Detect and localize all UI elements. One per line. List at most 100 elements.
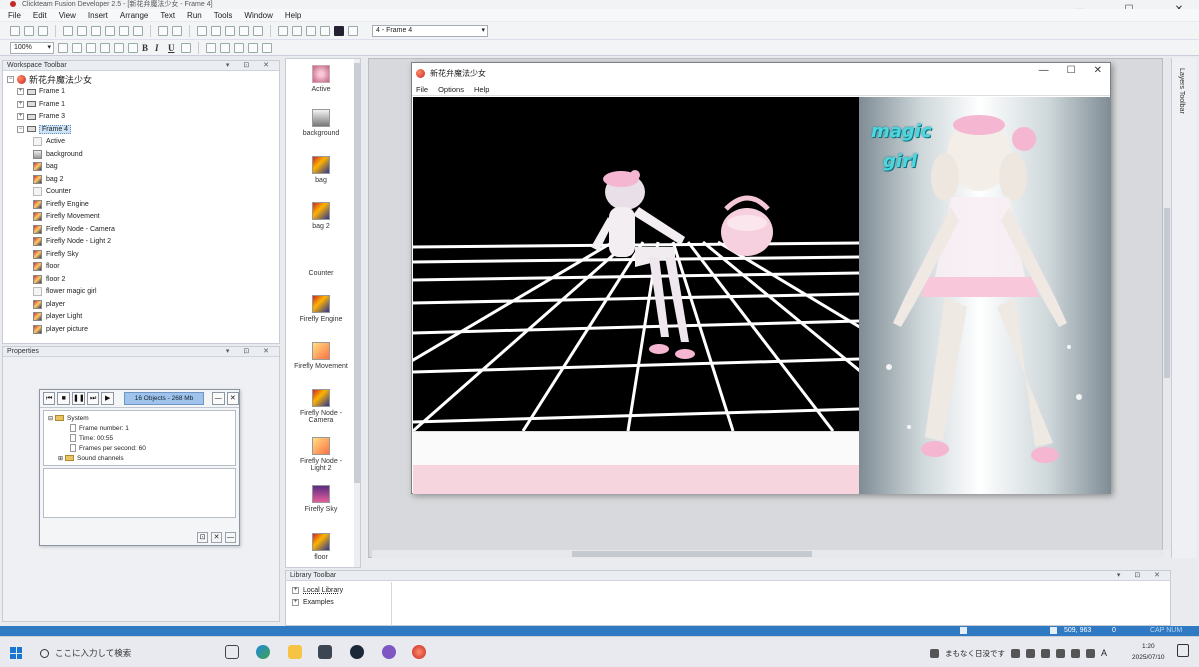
minimize-icon[interactable]: — — [1039, 65, 1049, 76]
network-icon[interactable] — [1011, 648, 1020, 658]
help-icon[interactable] — [133, 25, 143, 36]
shelf-item[interactable]: Active — [286, 65, 356, 93]
tree-frame-selected[interactable]: − Frame 4 — [7, 123, 279, 136]
expand-icon[interactable]: + — [292, 586, 299, 594]
edge-browser-icon[interactable] — [256, 645, 270, 659]
event-editor-icon[interactable] — [225, 25, 235, 36]
expand-icon[interactable]: + — [17, 88, 24, 96]
redo-icon[interactable] — [119, 25, 129, 36]
underline-icon[interactable]: U — [168, 43, 177, 53]
expand-icon[interactable]: + — [292, 598, 299, 606]
strike-icon[interactable] — [181, 42, 191, 53]
copy-icon[interactable] — [77, 25, 87, 36]
undo-icon[interactable] — [105, 25, 115, 36]
tree-object[interactable]: Counter — [7, 186, 279, 199]
cut-icon[interactable] — [63, 25, 73, 36]
tree-object[interactable]: bag 2 — [7, 173, 279, 186]
tree-object[interactable]: flower magic girl — [7, 286, 279, 299]
delete-icon[interactable]: ✕ — [211, 532, 222, 543]
expand-icon[interactable]: + — [17, 113, 24, 121]
tree-object[interactable]: player picture — [7, 323, 279, 336]
tree-object[interactable]: Firefly Sky — [7, 248, 279, 261]
pause-icon[interactable]: ❚❚ — [71, 392, 85, 405]
tree-object[interactable]: Firefly Movement — [7, 211, 279, 224]
frame-editor-icon[interactable] — [211, 25, 221, 36]
fit-frame-icon[interactable] — [262, 42, 272, 53]
shelf-item[interactable]: Firefly Node - Light 2 — [286, 437, 356, 472]
weather-icon[interactable] — [930, 648, 939, 658]
menu-view[interactable]: View — [59, 11, 76, 20]
file-explorer-icon[interactable] — [288, 645, 302, 659]
align-center-icon[interactable] — [100, 42, 110, 53]
volume-icon[interactable] — [1071, 648, 1080, 658]
color-swatch-icon[interactable] — [334, 25, 344, 36]
windows-start-icon[interactable] — [10, 647, 22, 659]
notification-icon[interactable] — [1177, 644, 1189, 657]
menu-arrange[interactable]: Arrange — [120, 11, 148, 20]
game-menu-file[interactable]: File — [416, 85, 428, 94]
bluetooth-icon[interactable] — [1086, 648, 1095, 658]
menu-window[interactable]: Window — [244, 11, 272, 20]
taskbar-search[interactable]: ここに入力して検索 — [36, 643, 211, 663]
data-elements-icon[interactable] — [253, 25, 263, 36]
lasso-icon[interactable] — [320, 25, 330, 36]
menu-edit[interactable]: Edit — [33, 11, 47, 20]
run-frame-icon[interactable] — [172, 25, 182, 36]
collapse-icon[interactable]: − — [17, 125, 24, 133]
editor-horizontal-scrollbar[interactable] — [372, 550, 1164, 558]
tree-object[interactable]: player Light — [7, 311, 279, 324]
frame-selector[interactable]: 4 - Frame 4 — [372, 24, 488, 37]
ime-indicator[interactable]: A — [1101, 648, 1107, 658]
tree-object[interactable]: Active — [7, 136, 279, 149]
paste-icon[interactable] — [91, 25, 101, 36]
tree-object[interactable]: Firefly Engine — [7, 198, 279, 211]
storyboard-editor-icon[interactable] — [197, 25, 207, 36]
text-left-icon[interactable] — [206, 42, 216, 53]
hand-tool-icon[interactable] — [58, 42, 68, 53]
editor-vertical-scrollbar[interactable] — [1163, 58, 1171, 550]
debugger-system-node[interactable]: ⊟ System — [48, 413, 231, 423]
shelf-item[interactable]: bag 2 — [286, 202, 356, 230]
menu-run[interactable]: Run — [187, 11, 202, 20]
save-icon[interactable] — [38, 25, 48, 36]
game-menu-options[interactable]: Options — [438, 85, 464, 94]
close-icon[interactable]: ✕ — [226, 392, 240, 405]
panel-controls[interactable]: ▾ ⊡ ✕ — [226, 61, 275, 71]
panel-controls[interactable]: ▾ ⊡ ✕ — [1117, 571, 1166, 581]
tree-object[interactable]: background — [7, 148, 279, 161]
open-file-icon[interactable] — [24, 25, 34, 36]
event-list-icon[interactable] — [239, 25, 249, 36]
minus-icon[interactable]: — — [225, 532, 236, 543]
snap-icon[interactable] — [292, 25, 302, 36]
scrollbar-thumb[interactable] — [354, 63, 360, 483]
debugger-sound-node[interactable]: ⊞ Sound channels — [48, 453, 231, 463]
font-icon[interactable] — [72, 42, 82, 53]
bold-icon[interactable]: B — [142, 43, 151, 53]
text-justify-icon[interactable] — [248, 42, 258, 53]
steam-icon[interactable] — [350, 645, 364, 659]
expand-icon[interactable]: ⊞ — [58, 455, 63, 462]
rectangle-icon[interactable] — [306, 25, 316, 36]
minimize-icon[interactable]: — — [212, 392, 225, 405]
shelf-item[interactable]: Firefly Movement — [286, 342, 356, 370]
menu-file[interactable]: File — [8, 11, 21, 20]
menu-text[interactable]: Text — [160, 11, 175, 20]
scrollbar-thumb[interactable] — [572, 551, 812, 557]
tree-frame[interactable]: + Frame 3 — [7, 111, 279, 124]
play-icon[interactable]: ▶ — [101, 392, 114, 405]
tree-object[interactable]: floor 2 — [7, 273, 279, 286]
show-grid-icon[interactable] — [278, 25, 288, 36]
expand-icon[interactable]: + — [17, 100, 24, 108]
app-icon[interactable] — [382, 645, 396, 659]
collapse-icon[interactable]: − — [7, 75, 14, 83]
scrollbar-thumb[interactable] — [1164, 208, 1170, 378]
zoom-select[interactable]: 100% — [10, 41, 54, 54]
tree-object[interactable]: player — [7, 298, 279, 311]
game-3d-viewport[interactable] — [413, 97, 859, 431]
collapse-icon[interactable]: ⊟ — [48, 415, 53, 422]
shelf-scrollbar[interactable] — [354, 59, 360, 567]
text-right-icon[interactable] — [234, 42, 244, 53]
step-icon[interactable]: ⏭ — [86, 392, 100, 405]
menu-tools[interactable]: Tools — [214, 11, 233, 20]
task-view-icon[interactable] — [225, 645, 239, 659]
